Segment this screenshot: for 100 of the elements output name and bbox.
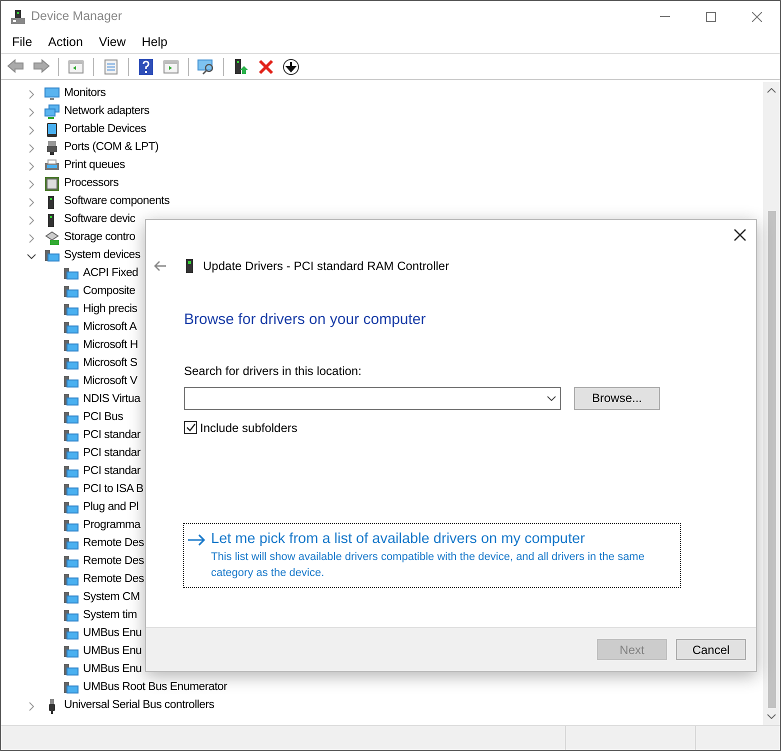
computer-icon	[63, 608, 79, 624]
tree-item[interactable]: Portable Devices	[64, 121, 146, 139]
tree-item[interactable]: Remote Des	[83, 571, 144, 589]
computer-icon	[63, 356, 79, 372]
computer-icon	[63, 266, 79, 282]
checkbox[interactable]	[184, 421, 197, 434]
computer-icon	[63, 482, 79, 498]
menu-item[interactable]: Action	[40, 33, 91, 52]
scroll-down-icon	[767, 714, 776, 719]
computer-icon	[63, 446, 79, 462]
tree-item[interactable]: Plug and Pl	[83, 499, 139, 517]
tree-item[interactable]: Microsoft V	[83, 373, 138, 391]
tree-item[interactable]: System CM	[83, 589, 140, 607]
plug-icon	[44, 140, 60, 156]
computer-icon	[63, 392, 79, 408]
computer-icon	[63, 284, 79, 300]
expand-chevron-icon[interactable]	[27, 108, 36, 116]
tree-item[interactable]: PCI standar	[83, 445, 140, 463]
tree-item[interactable]: Monitors	[64, 85, 106, 103]
tree-item[interactable]: PCI standar	[83, 427, 140, 445]
expand-chevron-icon[interactable]	[27, 162, 36, 170]
tree-item[interactable]: Processors	[64, 175, 119, 193]
tree-item[interactable]: High precis	[83, 301, 138, 319]
scrollbar[interactable]	[763, 82, 780, 725]
computer-icon	[63, 302, 79, 318]
computer-icon	[63, 518, 79, 534]
computer-icon	[63, 374, 79, 390]
tree-item[interactable]: System tim	[83, 607, 137, 625]
tree-item[interactable]: Universal Serial Bus controllers	[64, 697, 214, 715]
computer-icon	[63, 410, 79, 426]
expand-chevron-icon[interactable]	[27, 216, 36, 224]
cancel-button[interactable]: Cancel	[676, 639, 746, 660]
expand-chevron-icon[interactable]	[27, 90, 36, 98]
pick-driver-link[interactable]: Let me pick from a list of available drivers on my computer This list will show available drivers compatible with the device, and all drivers in the same category as the device.	[183, 522, 681, 588]
dropdown-caret-icon	[547, 396, 556, 400]
computer-icon	[63, 500, 79, 516]
tree-item[interactable]: UMBus Root Bus Enumerator	[83, 679, 227, 697]
uninstall-x-icon[interactable]	[257, 58, 275, 76]
menu-item[interactable]: Help	[134, 33, 176, 52]
location-dropdown[interactable]	[184, 386, 561, 410]
arrow-icon	[188, 534, 206, 546]
tree-item[interactable]: Remote Des	[83, 535, 144, 553]
tree-item[interactable]: UMBus Enu	[83, 625, 142, 643]
back-arrow-icon[interactable]	[7, 58, 25, 76]
device-update-icon[interactable]	[232, 58, 250, 76]
chip-icon	[44, 176, 60, 192]
menu-item[interactable]: File	[4, 33, 40, 52]
help-icon[interactable]	[137, 58, 155, 76]
collapse-chevron-icon[interactable]	[27, 252, 36, 260]
menu-item[interactable]: View	[90, 33, 134, 52]
monitor-search-icon[interactable]	[197, 58, 215, 76]
expand-chevron-icon[interactable]	[27, 198, 36, 206]
computer-icon	[63, 572, 79, 588]
tree-item[interactable]: UMBus Enu	[83, 661, 142, 679]
properties-icon[interactable]	[102, 58, 120, 76]
disk-icon	[44, 230, 60, 246]
computer-icon	[63, 464, 79, 480]
computer-icon	[63, 428, 79, 444]
back-arrow-icon[interactable]	[153, 260, 167, 272]
scroll-thumb[interactable]	[768, 211, 776, 708]
expand-chevron-icon[interactable]	[27, 702, 36, 710]
tree-item[interactable]: Microsoft A	[83, 319, 137, 337]
tree-item[interactable]: Programma	[83, 517, 140, 535]
tree-item[interactable]: UMBus Enu	[83, 643, 142, 661]
tree-item[interactable]: Software components	[64, 193, 170, 211]
computer-icon	[63, 320, 79, 336]
window-panel-icon[interactable]	[162, 58, 180, 76]
link-title: Let me pick from a list of available drivers on my computer	[211, 530, 586, 548]
expand-chevron-icon[interactable]	[27, 234, 36, 242]
tree-item[interactable]: System devices	[64, 247, 140, 265]
tree-item[interactable]: PCI to ISA B	[83, 481, 144, 499]
app-icon	[10, 8, 26, 24]
expand-chevron-icon[interactable]	[27, 180, 36, 188]
forward-arrow-icon[interactable]	[32, 58, 50, 76]
computer-icon	[63, 536, 79, 552]
tree-item[interactable]: Microsoft S	[83, 355, 138, 373]
expand-chevron-icon[interactable]	[27, 126, 36, 134]
tree-item[interactable]: NDIS Virtua	[83, 391, 140, 409]
computer-icon	[63, 680, 79, 696]
tree-item[interactable]: Storage contro	[64, 229, 136, 247]
tree-item[interactable]: Ports (COM & LPT)	[64, 139, 159, 157]
tree-item[interactable]: PCI Bus	[83, 409, 124, 427]
download-circle-icon[interactable]	[282, 58, 300, 76]
window-title: Device Manager	[31, 8, 122, 26]
computer-icon	[63, 590, 79, 606]
tree-item[interactable]: Software devic	[64, 211, 136, 229]
link-description: This list will show available drivers compatible with the device, and all drivers in the same category as the device.	[211, 550, 646, 580]
close-icon[interactable]	[734, 229, 746, 241]
tree-item[interactable]: Print queues	[64, 157, 125, 175]
tree-item[interactable]: PCI standar	[83, 463, 140, 481]
tree-item[interactable]: ACPI Fixed	[83, 265, 138, 283]
tree-item[interactable]: Microsoft H	[83, 337, 138, 355]
computer-icon	[63, 662, 79, 678]
tree-item[interactable]: Remote Des	[83, 553, 144, 571]
computer-icon	[63, 644, 79, 660]
window-panel-icon[interactable]	[67, 58, 85, 76]
expand-chevron-icon[interactable]	[27, 144, 36, 152]
browse-button[interactable]: Browse...	[574, 386, 660, 410]
tree-item[interactable]: Network adapters	[64, 103, 150, 121]
tree-item[interactable]: Composite	[83, 283, 136, 301]
